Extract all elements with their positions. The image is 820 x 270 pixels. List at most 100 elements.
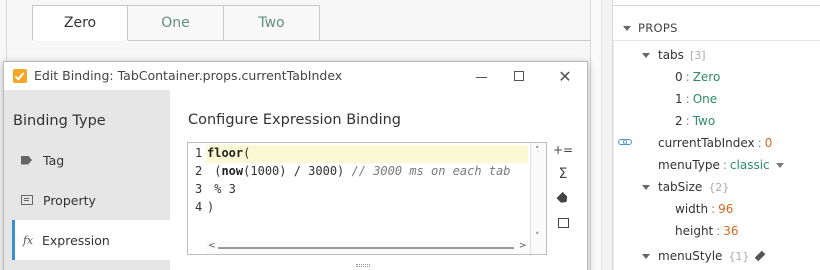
- prop-value[interactable]: 0: [765, 136, 773, 150]
- binding-type-sidebar: Binding Type Tag Property fx Expression: [4, 90, 170, 270]
- code-line[interactable]: (now(1000) / 3000) // 3000 ms on each ta…: [207, 164, 510, 178]
- binding-type-expression[interactable]: fx Expression: [12, 220, 170, 260]
- code-text: (1000) / 3000): [243, 164, 352, 178]
- binding-type-tag[interactable]: Tag: [12, 140, 170, 180]
- insert-property-button[interactable]: [555, 215, 571, 231]
- prop-colon: :: [716, 224, 721, 238]
- insert-tag-button[interactable]: [555, 190, 571, 206]
- scroll-left-icon[interactable]: <: [208, 241, 216, 251]
- code-line[interactable]: % 3: [207, 182, 236, 196]
- chevron-down-icon[interactable]: [642, 53, 650, 58]
- fx-icon: fx: [22, 233, 34, 247]
- binding-type-label: Expression: [42, 232, 110, 248]
- prop-row-tab-0[interactable]: 0 : Zero: [675, 67, 720, 87]
- app-logo-icon: [13, 69, 27, 83]
- prop-value[interactable]: Zero: [693, 70, 721, 84]
- prop-count: {1}: [728, 249, 750, 263]
- prop-key: 0: [675, 70, 683, 84]
- link-icon[interactable]: [618, 138, 632, 148]
- close-button[interactable]: ✕: [554, 66, 576, 86]
- prop-value[interactable]: 96: [718, 202, 733, 216]
- panel-divider[interactable]: [590, 0, 602, 270]
- tag-icon: [556, 191, 569, 204]
- prop-colon: :: [711, 202, 716, 216]
- close-icon: ✕: [558, 66, 572, 86]
- prop-row-tabs[interactable]: tabs [3]: [658, 45, 706, 65]
- tab-zero[interactable]: Zero: [32, 5, 128, 41]
- insert-icon[interactable]: +=: [553, 142, 573, 158]
- property-icon: [557, 218, 569, 228]
- chevron-down-icon[interactable]: [623, 26, 631, 31]
- edit-binding-dialog: Edit Binding: TabContainer.props.current…: [3, 61, 588, 270]
- prop-row-tab-size[interactable]: tabSize {2}: [658, 177, 729, 197]
- scroll-right-icon[interactable]: >: [519, 241, 527, 251]
- prop-key: 2: [675, 114, 683, 128]
- prop-count: {2}: [708, 180, 730, 194]
- prop-key: height: [675, 224, 714, 238]
- prop-value[interactable]: classic: [730, 158, 770, 172]
- prop-value[interactable]: Two: [693, 114, 716, 128]
- prop-value[interactable]: One: [693, 92, 717, 106]
- prop-count: [3]: [689, 48, 706, 62]
- current-line-highlight: [206, 145, 528, 163]
- prop-key: 1: [675, 92, 683, 106]
- tag-icon: [21, 155, 32, 165]
- expression-editor[interactable]: 1 2 3 4 floor( (now(1000) / 3000) // 300…: [187, 142, 547, 255]
- prop-key: tabs: [658, 48, 684, 62]
- horizontal-scrollbar[interactable]: < >: [206, 241, 530, 254]
- tab-two[interactable]: Two: [224, 5, 320, 41]
- binding-type-heading: Binding Type: [13, 113, 106, 129]
- line-number: 3: [195, 182, 203, 196]
- panel-guide-line: [613, 41, 614, 270]
- prop-key: menuType: [658, 158, 720, 172]
- scrollbar-thumb[interactable]: [218, 247, 514, 249]
- minimize-button[interactable]: [470, 66, 492, 86]
- prop-value[interactable]: 36: [723, 224, 738, 238]
- code-keyword: floor: [207, 146, 244, 160]
- maximize-icon: [514, 71, 524, 81]
- code-text: (: [243, 146, 251, 160]
- vertical-scrollbar[interactable]: ˄ ˅: [530, 143, 546, 254]
- binding-type-property[interactable]: Property: [12, 180, 170, 220]
- prop-colon: :: [685, 92, 690, 106]
- prop-row-height[interactable]: height : 36: [675, 221, 739, 241]
- edit-icon[interactable]: [755, 250, 766, 262]
- prop-colon: :: [685, 70, 690, 84]
- prop-colon: :: [757, 136, 762, 150]
- panel-top-rule: [613, 5, 820, 6]
- prop-key: tabSize: [658, 180, 703, 194]
- chevron-down-icon[interactable]: [642, 185, 650, 190]
- property-editor-panel: PROPS tabs [3] 0 : Zero 1 : One 2 : Two …: [612, 0, 820, 270]
- props-section-title: PROPS: [638, 21, 678, 35]
- dialog-titlebar[interactable]: Edit Binding: TabContainer.props.current…: [4, 62, 587, 90]
- prop-key: width: [675, 202, 709, 216]
- prop-row-tab-1[interactable]: 1 : One: [675, 89, 717, 109]
- dropdown-arrow-icon[interactable]: [775, 162, 784, 168]
- prop-row-current-tab-index[interactable]: currentTabIndex : 0: [658, 133, 772, 153]
- maximize-button[interactable]: [508, 66, 530, 86]
- prop-row-tab-2[interactable]: 2 : Two: [675, 111, 715, 131]
- prop-row-menu-type[interactable]: menuType : classic: [658, 155, 784, 175]
- prop-key: menuStyle: [658, 249, 723, 263]
- configure-heading: Configure Expression Binding: [188, 112, 401, 128]
- dialog-title: Edit Binding: TabContainer.props.current…: [34, 68, 343, 83]
- code-line[interactable]: ): [207, 200, 214, 214]
- scroll-down-icon[interactable]: ˅: [535, 232, 540, 242]
- binding-type-label: Tag: [43, 152, 65, 168]
- property-icon: [21, 195, 33, 205]
- prop-colon: :: [722, 158, 727, 172]
- prop-colon: :: [685, 114, 690, 128]
- prop-row-menu-style[interactable]: menuStyle {1}: [658, 246, 766, 266]
- prop-row-width[interactable]: width : 96: [675, 199, 733, 219]
- props-section-header[interactable]: PROPS: [613, 15, 820, 41]
- code-line[interactable]: floor(: [207, 146, 250, 160]
- resize-grip-icon[interactable]: [356, 264, 370, 267]
- line-number: 4: [195, 200, 203, 214]
- tab-container-preview: Zero One Two: [32, 5, 590, 41]
- scroll-up-icon[interactable]: ˄: [535, 146, 540, 156]
- minimize-icon: [475, 76, 487, 78]
- chevron-down-icon[interactable]: [642, 254, 650, 259]
- code-text: (: [207, 164, 222, 178]
- function-sigma-icon[interactable]: Σ: [555, 166, 571, 182]
- tab-one[interactable]: One: [128, 5, 224, 41]
